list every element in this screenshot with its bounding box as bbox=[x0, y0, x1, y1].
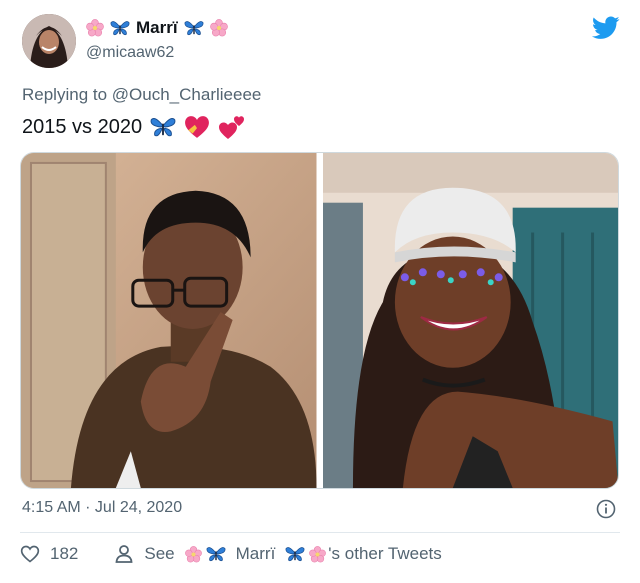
photo-2020[interactable] bbox=[322, 153, 618, 488]
see-name: Marrï bbox=[235, 544, 276, 563]
butterfly-icon bbox=[206, 547, 226, 562]
bottom-fade-overlay bbox=[440, 536, 640, 583]
tweet-actions: 182 See Marrï 's other Tweets bbox=[20, 544, 442, 564]
display-name-text: Marrï bbox=[136, 18, 178, 37]
cherry-blossom-icon bbox=[184, 545, 202, 562]
tweet-text-content: 2015 vs 2020 bbox=[22, 115, 143, 138]
cherry-blossom-icon bbox=[86, 19, 104, 37]
media-grid bbox=[20, 152, 619, 489]
heart-with-ribbon-icon bbox=[185, 116, 210, 138]
heart-icon bbox=[20, 545, 40, 563]
divider bbox=[20, 532, 620, 533]
like-count: 182 bbox=[50, 544, 79, 563]
like-button[interactable]: 182 bbox=[20, 544, 78, 564]
bird-logo-icon[interactable] bbox=[592, 16, 620, 40]
butterfly-icon bbox=[285, 547, 305, 562]
reply-context: Replying to @Ouch_Charlieeee bbox=[22, 85, 261, 105]
two-hearts-icon bbox=[219, 116, 245, 139]
cherry-blossom-icon bbox=[209, 19, 228, 37]
person-icon bbox=[115, 545, 133, 563]
tweet-text: 2015 vs 2020 bbox=[22, 114, 246, 140]
see-suffix: 's other Tweets bbox=[328, 544, 442, 563]
display-name[interactable]: Marrï bbox=[86, 18, 228, 38]
butterfly-icon bbox=[150, 118, 176, 137]
butterfly-icon bbox=[110, 21, 130, 36]
avatar[interactable] bbox=[22, 14, 76, 68]
reply-mention-link[interactable]: @Ouch_Charlieeee bbox=[112, 85, 262, 104]
photo-2015[interactable] bbox=[21, 153, 317, 488]
cherry-blossom-icon bbox=[309, 545, 327, 562]
info-icon[interactable] bbox=[596, 499, 616, 519]
reply-prefix: Replying to bbox=[22, 85, 108, 104]
butterfly-icon bbox=[184, 21, 204, 36]
tweet-timestamp[interactable]: 4:15 AM · Jul 24, 2020 bbox=[22, 499, 182, 517]
see-other-tweets-link[interactable]: See Marrï 's other Tweets bbox=[114, 544, 442, 564]
user-handle[interactable]: @micaaw62 bbox=[86, 44, 174, 62]
see-prefix: See bbox=[144, 544, 175, 563]
